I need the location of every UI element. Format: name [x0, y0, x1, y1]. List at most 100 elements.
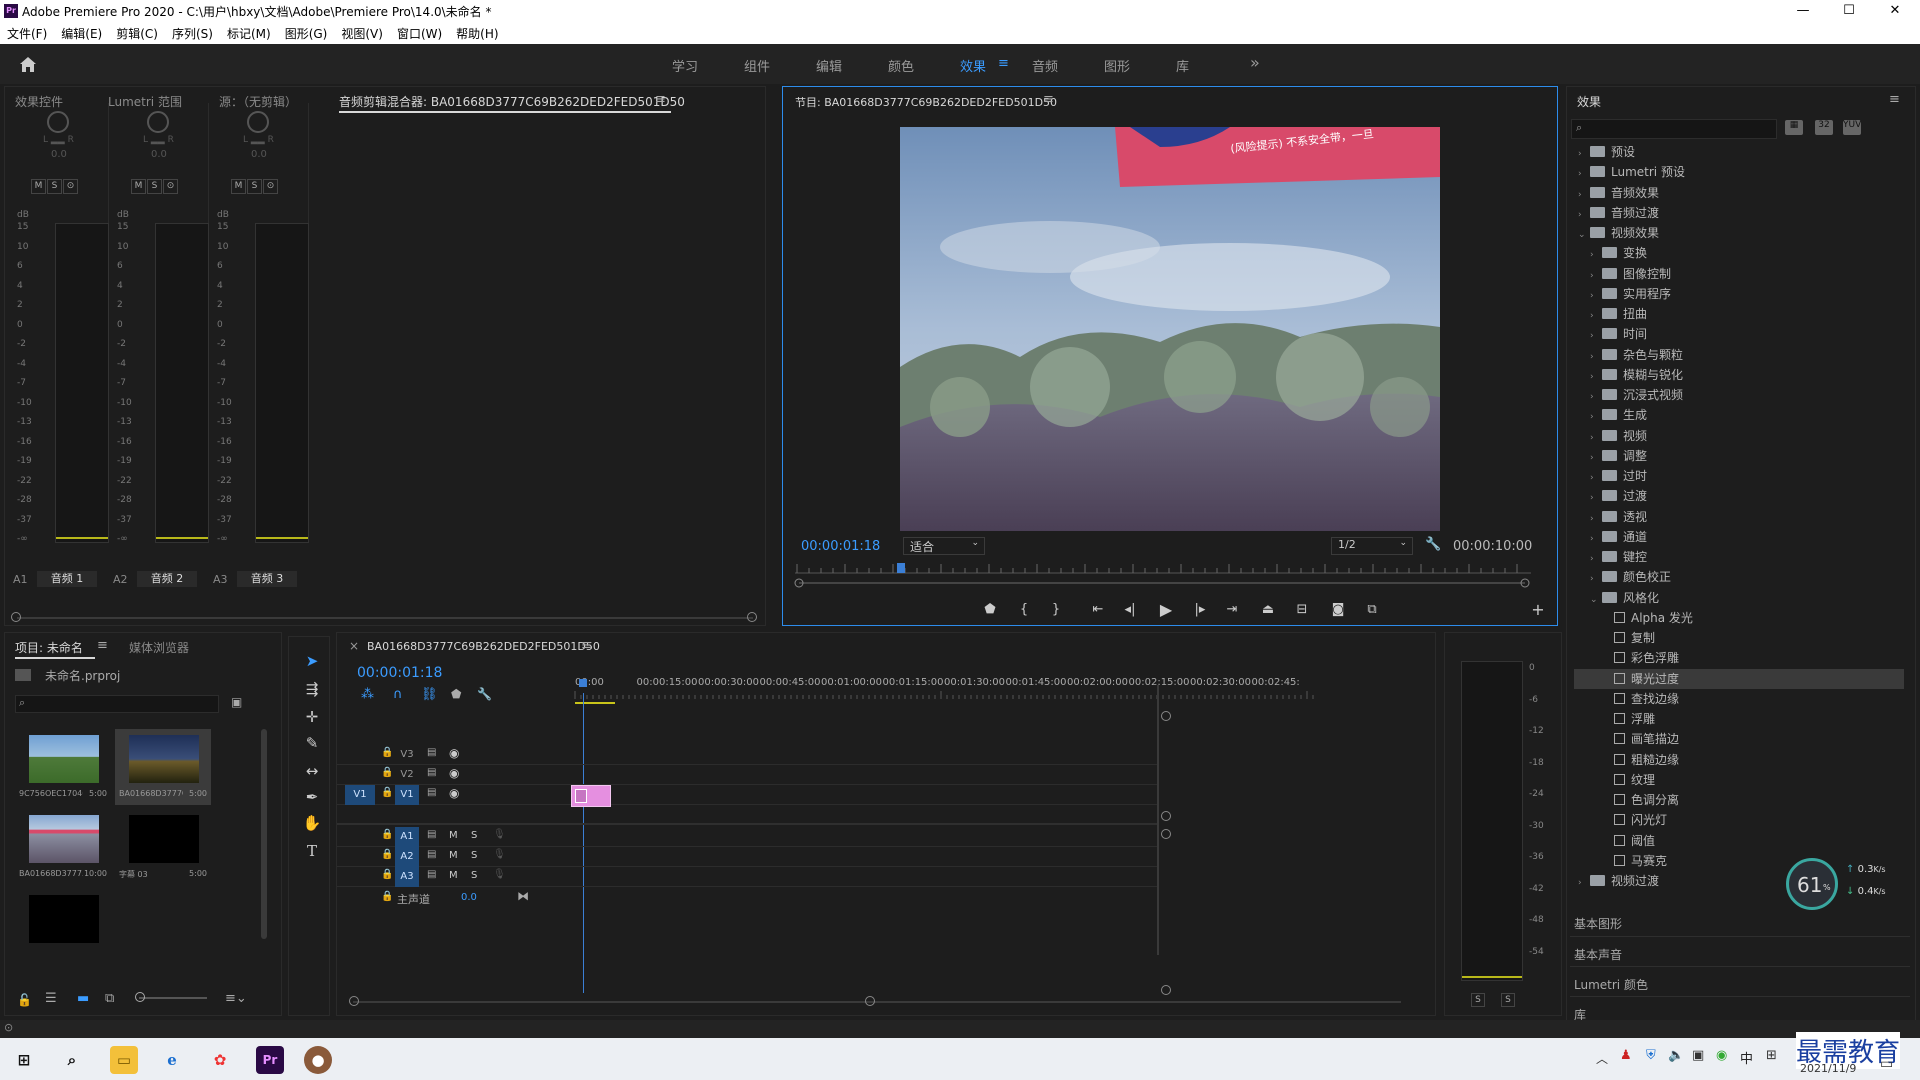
- comparison-view-icon[interactable]: ⧉: [1361, 602, 1383, 617]
- user-avatar-icon[interactable]: ●: [304, 1046, 332, 1074]
- color-app-icon[interactable]: ✿: [206, 1046, 234, 1074]
- chevron-right-icon[interactable]: ›: [1590, 347, 1602, 367]
- effects-folder[interactable]: ⌄ 视频效果: [1574, 223, 1904, 243]
- voiceover-mic-icon[interactable]: 🎙: [493, 849, 506, 860]
- menu-clip[interactable]: 剪辑(C): [109, 22, 165, 42]
- more-workspaces-icon[interactable]: »: [1250, 53, 1260, 72]
- program-time-ruler[interactable]: [793, 561, 1533, 591]
- vscroll-handle-end[interactable]: [1161, 985, 1171, 995]
- panel-menu-icon[interactable]: ≡: [655, 92, 666, 107]
- chevron-right-icon[interactable]: ›: [1590, 468, 1602, 488]
- chevron-right-icon[interactable]: ›: [1578, 164, 1590, 184]
- track-select-tool-icon[interactable]: ⇶: [300, 680, 324, 702]
- program-menu-icon[interactable]: ≡: [1043, 92, 1054, 107]
- effects-folder[interactable]: › 预设: [1574, 142, 1904, 162]
- tray-green-icon[interactable]: ◉: [1716, 1048, 1727, 1063]
- list-view-icon[interactable]: ☰: [45, 991, 57, 1006]
- record-button[interactable]: ⊙: [263, 179, 278, 194]
- resolution-dropdown[interactable]: 1/2 ⌄: [1331, 537, 1413, 555]
- project-item[interactable]: [15, 889, 111, 965]
- file-explorer-icon[interactable]: ▭: [110, 1046, 138, 1074]
- effects-folder[interactable]: › 键控: [1574, 547, 1904, 567]
- effect-item[interactable]: 纹理: [1574, 770, 1904, 790]
- project-item[interactable]: BA01668D3777... 10:00: [15, 809, 111, 885]
- selection-tool-icon[interactable]: ➤: [300, 652, 324, 674]
- pen-tool-icon[interactable]: ✒: [300, 788, 324, 810]
- mute-track-button[interactable]: M: [449, 870, 458, 881]
- program-timecode[interactable]: 00:00:01:18: [801, 539, 880, 554]
- track-target[interactable]: V2: [395, 765, 419, 785]
- workspace-menu-icon[interactable]: ≡: [998, 56, 1009, 71]
- 32bit-effects-icon[interactable]: 32: [1815, 120, 1833, 135]
- freeform-view-icon[interactable]: ⧉: [105, 991, 114, 1006]
- project-scrollbar[interactable]: [261, 729, 267, 939]
- track-lock-icon[interactable]: 🔒: [381, 767, 393, 778]
- track-target[interactable]: A3: [395, 867, 419, 887]
- video-clip-v2[interactable]: [571, 785, 611, 807]
- snap-icon[interactable]: ∩: [393, 687, 403, 702]
- solo-track-button[interactable]: S: [471, 830, 477, 841]
- solo-button[interactable]: S: [247, 179, 262, 194]
- add-marker-icon[interactable]: ⬟: [979, 602, 1001, 617]
- timeline-marker-icon[interactable]: ⬟: [451, 687, 461, 701]
- lock-icon[interactable]: 🔓: [17, 993, 32, 1007]
- effects-folder[interactable]: › 变换: [1574, 243, 1904, 263]
- chevron-right-icon[interactable]: ›: [1578, 185, 1590, 205]
- mixer-scrollbar[interactable]: [17, 617, 753, 619]
- effects-folder[interactable]: › 沉浸式视频: [1574, 385, 1904, 405]
- minimize-button[interactable]: —: [1780, 0, 1826, 22]
- mute-button[interactable]: M: [231, 179, 246, 194]
- scroll-handle-right[interactable]: [747, 612, 757, 622]
- extract-icon[interactable]: ⊟: [1291, 602, 1313, 617]
- step-forward-icon[interactable]: |▸: [1189, 602, 1211, 617]
- effect-item[interactable]: 复制: [1574, 628, 1904, 648]
- chevron-right-icon[interactable]: ›: [1590, 266, 1602, 286]
- workspace-libraries[interactable]: 库: [1176, 56, 1189, 75]
- effects-folder[interactable]: › Lumetri 预设: [1574, 162, 1904, 182]
- project-item[interactable]: BA01668D3777C... 5:00: [115, 729, 211, 805]
- linked-selection-icon[interactable]: ⛓: [421, 687, 438, 702]
- effect-item[interactable]: Alpha 发光: [1574, 608, 1904, 628]
- track-lock-icon[interactable]: 🔒: [381, 829, 393, 840]
- toggle-output-eye-icon[interactable]: ◉: [449, 746, 459, 760]
- play-icon[interactable]: ▶: [1155, 600, 1177, 619]
- zoom-slider-handle[interactable]: [135, 992, 145, 1002]
- menu-sequence[interactable]: 序列(S): [165, 22, 220, 42]
- ripple-edit-tool-icon[interactable]: ✛: [300, 708, 324, 730]
- effects-folder[interactable]: › 过渡: [1574, 486, 1904, 506]
- voiceover-mic-icon[interactable]: 🎙: [493, 829, 506, 840]
- effects-folder[interactable]: › 颜色校正: [1574, 567, 1904, 587]
- effects-folder[interactable]: › 扭曲: [1574, 304, 1904, 324]
- effects-folder[interactable]: › 实用程序: [1574, 284, 1904, 304]
- toggle-output-eye-icon[interactable]: ◉: [449, 766, 459, 780]
- menu-marker[interactable]: 标记(M): [220, 22, 278, 42]
- track-target[interactable]: A2: [395, 847, 419, 867]
- hscroll-handle-left[interactable]: [349, 996, 359, 1006]
- effect-item[interactable]: 画笔描边: [1574, 729, 1904, 749]
- track-lock-icon[interactable]: 🔒: [381, 787, 393, 798]
- timeline-vscroll[interactable]: [1157, 685, 1159, 955]
- video-audio-divider[interactable]: [337, 823, 1157, 825]
- chevron-right-icon[interactable]: ›: [1590, 407, 1602, 427]
- effects-folder[interactable]: › 透视: [1574, 507, 1904, 527]
- workspace-learning[interactable]: 学习: [672, 56, 698, 75]
- effects-folder[interactable]: › 通道: [1574, 527, 1904, 547]
- menu-file[interactable]: 文件(F): [0, 22, 54, 42]
- chevron-right-icon[interactable]: ›: [1578, 144, 1590, 164]
- effect-item[interactable]: 粗糙边缘: [1574, 750, 1904, 770]
- chevron-right-icon[interactable]: ›: [1590, 529, 1602, 549]
- search-icon[interactable]: ⌕: [58, 1046, 86, 1074]
- track-target[interactable]: V1: [395, 785, 419, 805]
- home-icon[interactable]: [18, 55, 38, 73]
- timeline-hscroll[interactable]: [353, 1001, 1401, 1003]
- lift-icon[interactable]: ⏏: [1257, 602, 1279, 617]
- effects-folder[interactable]: › 调整: [1574, 446, 1904, 466]
- effects-folder[interactable]: › 音频过渡: [1574, 203, 1904, 223]
- pan-value[interactable]: 0.0: [151, 149, 167, 160]
- mute-track-button[interactable]: M: [449, 850, 458, 861]
- toggle-sync-lock-icon[interactable]: ▤: [427, 747, 436, 758]
- chevron-right-icon[interactable]: ›: [1590, 286, 1602, 306]
- step-back-icon[interactable]: ◂|: [1119, 602, 1141, 617]
- tab-media-browser[interactable]: 媒体浏览器: [129, 639, 189, 656]
- record-button[interactable]: ⊙: [63, 179, 78, 194]
